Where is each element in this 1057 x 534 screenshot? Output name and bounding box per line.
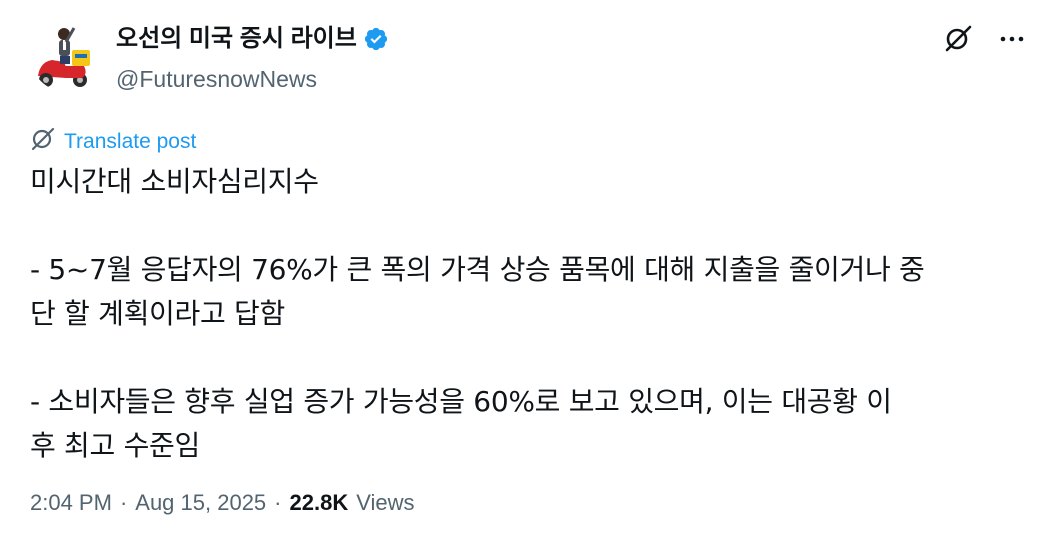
display-name-text[interactable]: 오선의 미국 증시 라이브 [116,24,357,54]
avatar[interactable] [30,18,104,92]
post-line-3: 단 할 계획이라고 답함 [30,297,285,330]
translate-post-link[interactable]: Translate post [30,126,196,158]
post-date[interactable]: Aug 15, 2025 [135,490,266,516]
post-line-2: - 5~7월 응답자의 76%가 큰 폭의 가격 상승 품목에 대해 지출을 줄… [30,253,925,286]
grok-icon[interactable] [943,24,973,54]
tweet-post: 오선의 미국 증시 라이브 @FuturesnowNews Translate … [0,0,1057,534]
post-line-5: 후 최고 수준임 [30,429,200,462]
author-display-name[interactable]: 오선의 미국 증시 라이브 [116,24,389,54]
meta-separator: · [274,490,282,515]
translate-label[interactable]: Translate post [64,130,196,154]
post-line-1: 미시간대 소비자심리지수 [30,165,319,198]
post-time[interactable]: 2:04 PM [30,490,112,516]
post-text: 미시간대 소비자심리지수 - 5~7월 응답자의 76%가 큰 폭의 가격 상승… [30,160,1035,468]
post-line-4: - 소비자들은 향후 실업 증가 가능성을 60%로 보고 있으며, 이는 대공… [30,385,892,418]
post-header: 오선의 미국 증시 라이브 @FuturesnowNews [30,18,1037,108]
views-label: Views [356,490,415,515]
meta-separator: · [119,490,128,515]
translate-icon [30,126,56,158]
more-icon[interactable] [997,24,1027,54]
post-meta: 2:04 PM · Aug 15, 2025 · 22.8K Views [30,490,415,516]
post-actions [943,24,1027,54]
verified-badge-icon[interactable] [363,26,389,52]
author-handle[interactable]: @FuturesnowNews [116,64,389,94]
author-names: 오선의 미국 증시 라이브 @FuturesnowNews [116,24,389,94]
views-count[interactable]: 22.8K [290,490,349,516]
